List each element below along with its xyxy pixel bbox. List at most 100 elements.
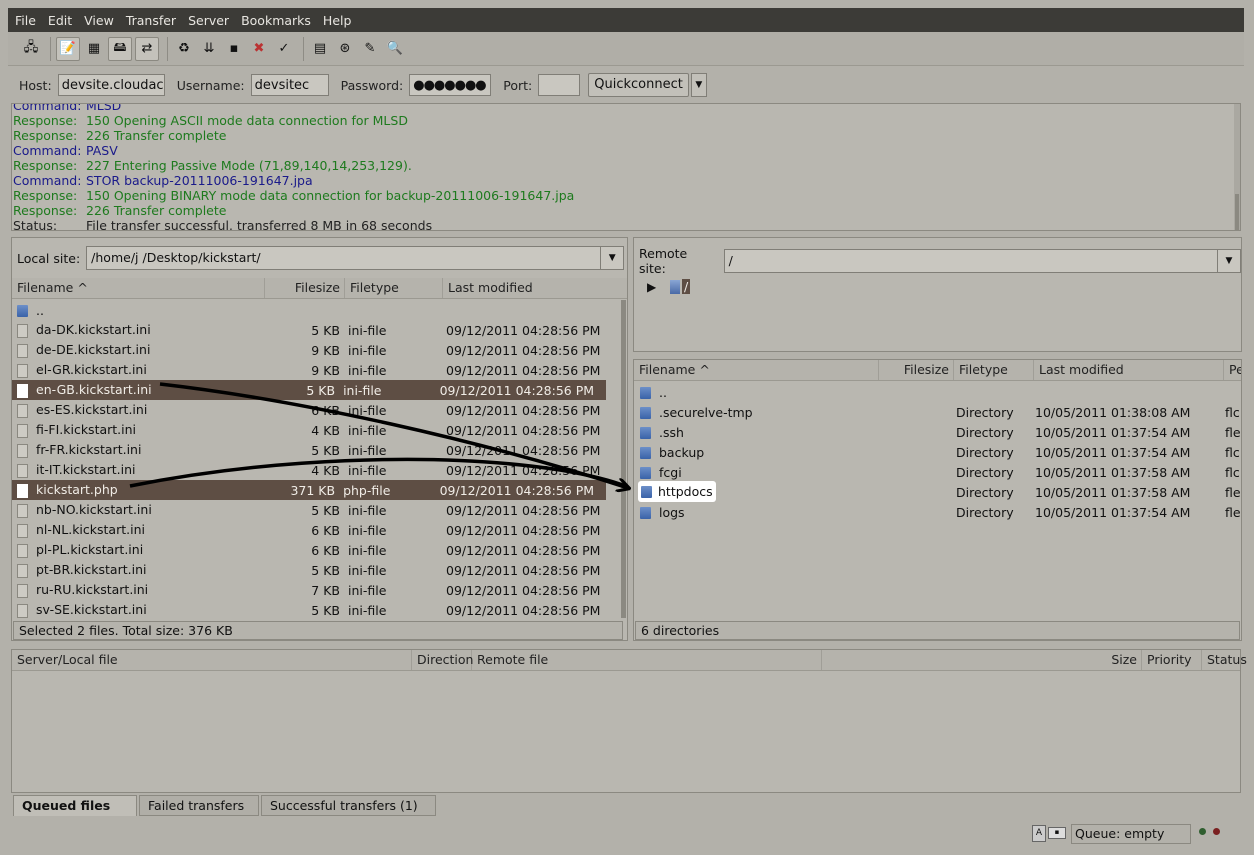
queue-col-status[interactable]: Status: [1202, 650, 1247, 670]
menu-transfer[interactable]: Transfer: [119, 13, 181, 28]
log-scroll-thumb[interactable]: [1235, 194, 1239, 230]
file-size: 6 KB: [311, 522, 340, 538]
remote-file-row[interactable]: .securelve-tmp Directory 10/05/2011 01:38:…: [634, 402, 1241, 422]
local-col-filename[interactable]: Filename ^: [12, 278, 265, 298]
sync-browse-icon[interactable]: ✎: [359, 38, 381, 60]
menu-server[interactable]: Server: [181, 13, 234, 28]
local-file-row[interactable]: pt-BR.kickstart.ini 5 KB ini-file 09/12/201…: [12, 560, 618, 580]
local-col-modified[interactable]: Last modified: [443, 278, 623, 298]
filter-icon[interactable]: ▤: [309, 38, 331, 60]
local-file-row[interactable]: kickstart.php 371 KB php-file 09/12/2011 04…: [12, 480, 606, 500]
local-site-bar: Local site: /home/j /Desktop/kickstart/ …: [17, 246, 625, 270]
local-path-input[interactable]: /home/j /Desktop/kickstart/ ▼: [86, 246, 625, 270]
local-file-row[interactable]: el-GR.kickstart.ini 9 KB ini-file 09/12/201…: [12, 360, 618, 380]
remote-file-row[interactable]: backup Directory 10/05/2011 01:37:54 AM flc: [634, 442, 1241, 462]
tree-root-node[interactable]: /: [670, 279, 691, 294]
remote-tree-icon[interactable]: 🖴: [108, 36, 132, 61]
directory-tree-icon[interactable]: ▦: [83, 38, 105, 60]
queue-col-direction[interactable]: Direction: [412, 650, 473, 670]
port-input[interactable]: [538, 74, 581, 96]
local-file-row[interactable]: es-ES.kickstart.ini 6 KB ini-file 09/12/201…: [12, 400, 618, 420]
remote-file-row[interactable]: fcgi Directory 10/05/2011 01:37:58 AM flc: [634, 462, 1241, 482]
local-file-row[interactable]: ru-RU.kickstart.ini 7 KB ini-file 09/12/201…: [12, 580, 618, 600]
local-file-row[interactable]: nl-NL.kickstart.ini 6 KB ini-file 09/12/201…: [12, 520, 618, 540]
search-icon[interactable]: 🔍: [384, 38, 406, 60]
file-type: ini-file: [348, 502, 387, 518]
remote-col-filetype[interactable]: Filetype: [954, 360, 1034, 380]
refresh-icon[interactable]: ♻: [173, 38, 195, 60]
file-permissions: fle: [1225, 484, 1241, 500]
tab-successful-transfers[interactable]: Successful transfers (1): [261, 795, 436, 816]
process-queue-icon[interactable]: ⇊: [198, 38, 220, 60]
remote-col-filesize[interactable]: Filesize: [879, 360, 954, 380]
queue-col-remote[interactable]: Remote file: [472, 650, 822, 670]
remote-path-dropdown[interactable]: ▼: [1217, 250, 1240, 272]
local-col-filetype[interactable]: Filetype: [345, 278, 443, 298]
tab-failed-transfers[interactable]: Failed transfers: [139, 795, 259, 816]
log-line-type: Response:: [13, 188, 78, 203]
local-header: Filename ^ Filesize Filetype Last modifi…: [12, 278, 627, 299]
site-manager-icon[interactable]: 🖧: [20, 38, 42, 60]
queue-col-local[interactable]: Server/Local file: [12, 650, 412, 670]
file-name: de-DE.kickstart.ini: [36, 342, 151, 358]
local-col-filesize[interactable]: Filesize: [265, 278, 345, 298]
remote-file-row[interactable]: .ssh Directory 10/05/2011 01:37:54 AM fle: [634, 422, 1241, 442]
local-file-row[interactable]: nb-NO.kickstart.ini 5 KB ini-file 09/12/201…: [12, 500, 618, 520]
remote-header: Filename ^ Filesize Filetype Last modifi…: [634, 360, 1241, 381]
quickconnect-button[interactable]: Quickconnect: [588, 73, 689, 97]
log-line: Response: 226 Transfer complete: [12, 128, 574, 143]
remote-file-row[interactable]: httpdocs Directory 10/05/2011 01:37:58 AM f…: [634, 482, 1241, 502]
remote-site-label: Remote site:: [639, 246, 688, 276]
remote-col-modified[interactable]: Last modified: [1034, 360, 1224, 380]
file-name: ru-RU.kickstart.ini: [36, 582, 149, 598]
local-file-row[interactable]: pl-PL.kickstart.ini 6 KB ini-file 09/12/201…: [12, 540, 618, 560]
local-file-row[interactable]: sv-SE.kickstart.ini 5 KB ini-file 09/12/201…: [12, 600, 618, 620]
remote-path-input[interactable]: / ▼: [723, 249, 1241, 273]
menu-edit[interactable]: Edit: [41, 13, 77, 28]
file-name: sv-SE.kickstart.ini: [36, 602, 147, 618]
file-icon: [17, 503, 28, 518]
tab-queued-files[interactable]: Queued files: [13, 795, 137, 816]
menu-bookmarks[interactable]: Bookmarks: [234, 13, 316, 28]
local-file-row[interactable]: fi-FI.kickstart.ini 4 KB ini-file 09/12/201…: [12, 420, 618, 440]
reconnect-icon[interactable]: ✓: [273, 38, 295, 60]
queue-col-size[interactable]: Size: [822, 650, 1142, 670]
username-input[interactable]: devsitec: [250, 74, 329, 96]
local-file-row[interactable]: da-DK.kickstart.ini 5 KB ini-file 09/12/201…: [12, 320, 618, 340]
file-modified: 09/12/2011 04:28:56 PM: [446, 522, 601, 538]
local-file-row[interactable]: en-GB.kickstart.ini 5 KB ini-file 09/12/201…: [12, 380, 606, 400]
local-file-row[interactable]: ..: [12, 300, 618, 320]
quickconnect-dropdown[interactable]: ▼: [690, 73, 707, 97]
menu-help[interactable]: Help: [316, 13, 357, 28]
remote-file-row[interactable]: ..: [634, 382, 1241, 402]
file-size: 5 KB: [311, 602, 340, 618]
disconnect-icon[interactable]: ✖: [248, 38, 270, 60]
file-modified: 09/12/2011 04:28:56 PM: [446, 562, 601, 578]
host-label: Host:: [19, 77, 52, 93]
local-file-row[interactable]: it-IT.kickstart.ini 4 KB ini-file 09/12/201…: [12, 460, 618, 480]
queue-col-priority[interactable]: Priority: [1142, 650, 1202, 670]
local-file-row[interactable]: fr-FR.kickstart.ini 5 KB ini-file 09/12/201…: [12, 440, 618, 460]
file-modified: 09/12/2011 04:28:56 PM: [446, 602, 601, 618]
local-path-text: /home/j /Desktop/kickstart/: [91, 250, 261, 265]
remote-col-filename[interactable]: Filename ^: [634, 360, 879, 380]
remote-file-row[interactable]: logs Directory 10/05/2011 01:37:54 AM fle: [634, 502, 1241, 522]
menu-view[interactable]: View: [77, 13, 119, 28]
remote-col-permissions[interactable]: Pe: [1224, 360, 1241, 380]
password-input[interactable]: ●●●●●●●: [409, 74, 492, 96]
compare-icon[interactable]: ⊛: [334, 38, 356, 60]
message-log-icon[interactable]: 📝: [56, 36, 80, 61]
local-path-dropdown[interactable]: ▼: [600, 247, 623, 269]
queue-icon[interactable]: ⇄: [135, 36, 159, 61]
host-input[interactable]: devsite.cloudacc: [57, 74, 165, 96]
file-modified: 09/12/2011 04:28:56 PM: [446, 462, 601, 478]
file-icon: [17, 603, 28, 618]
log-line-text: 226 Transfer complete: [86, 203, 227, 218]
menu-bar: File Edit View Transfer Server Bookmarks Help: [8, 8, 1244, 32]
file-type: Directory: [956, 404, 1014, 420]
cancel-icon[interactable]: ▪: [223, 38, 245, 60]
local-file-row[interactable]: de-DE.kickstart.ini 9 KB ini-file 09/12/201…: [12, 340, 618, 360]
tree-expand-icon[interactable]: ▶: [647, 280, 656, 294]
menu-file[interactable]: File: [8, 13, 41, 28]
local-scrollbar[interactable]: [621, 300, 626, 618]
